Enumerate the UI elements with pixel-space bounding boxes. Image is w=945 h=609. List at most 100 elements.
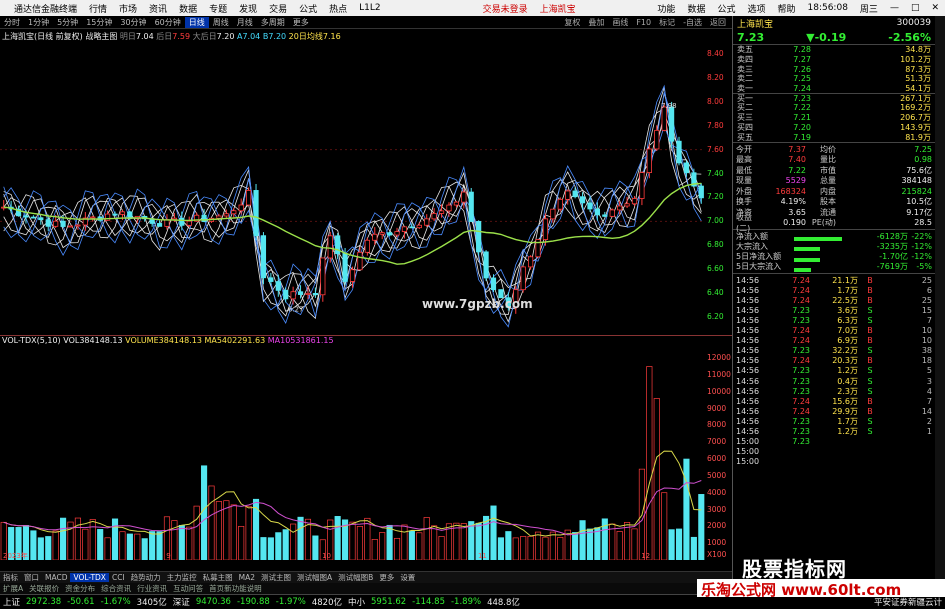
candle-body: [609, 209, 615, 217]
side-tab-strip[interactable]: [935, 16, 945, 594]
mark-button[interactable]: 标记: [655, 17, 679, 28]
date-label: 12: [641, 552, 650, 560]
volume-bar: [460, 523, 467, 560]
indicator-tab[interactable]: 更多: [376, 572, 397, 583]
module-tab[interactable]: 互动问答: [170, 583, 206, 594]
period-fenshi[interactable]: 分时: [0, 17, 24, 28]
indicator-tab[interactable]: 测试幅图B: [335, 572, 376, 583]
module-tab[interactable]: 扩展A: [0, 583, 26, 594]
period-15min[interactable]: 15分钟: [82, 17, 116, 28]
draw-button[interactable]: 画线: [608, 17, 632, 28]
module-tab[interactable]: 综合资讯: [98, 583, 134, 594]
period-30min[interactable]: 30分钟: [116, 17, 150, 28]
menu-gongshi-r[interactable]: 公式: [711, 2, 741, 15]
menu-jiaoyi[interactable]: 交易: [263, 2, 293, 15]
tick-time: 14:56: [736, 275, 760, 285]
indicator-tab[interactable]: 设置: [397, 572, 418, 583]
close-icon[interactable]: ✕: [925, 3, 945, 13]
indicator-tab[interactable]: 测试主图: [258, 572, 294, 583]
candlestick-chart[interactable]: 7.98 6.27: [0, 42, 705, 335]
indicator-tab[interactable]: MA2: [236, 573, 258, 582]
module-tab[interactable]: 首页新功能说明: [206, 583, 265, 594]
volume-legend: VOL-TDX(5,10) VOL384148.13 VOLUME384148.…: [2, 336, 729, 347]
stat-value: 7.22: [788, 165, 806, 175]
menu-hangqing[interactable]: 行情: [83, 2, 113, 15]
period-monthly[interactable]: 月线: [233, 17, 257, 28]
stats-row: 净资 3.65 流通 9.17亿: [733, 207, 935, 218]
volume-bar: [379, 532, 386, 560]
volume-chart[interactable]: 2023年 9 10 11 12: [0, 348, 705, 560]
volume-bar: [371, 539, 378, 560]
tick-list[interactable]: 14:56 7.24 21.1万 B 25 14:56 7.24 1.7万 B 6 14:56 7.2…: [733, 273, 935, 467]
menu-zixun[interactable]: 资讯: [143, 2, 173, 15]
indicator-tab[interactable]: MACD: [42, 573, 70, 582]
volume-axis-label: 10000: [707, 386, 731, 396]
period-more[interactable]: 更多: [289, 17, 313, 28]
period-60min[interactable]: 60分钟: [151, 17, 185, 28]
indicator-tab[interactable]: 测试幅图A: [294, 572, 335, 583]
indicator-tab[interactable]: 趋势动力: [128, 572, 164, 583]
menu-faxian[interactable]: 发现: [233, 2, 263, 15]
stat-label: 现量: [736, 176, 752, 186]
vol-indicator-name[interactable]: VOL-TDX(5,10): [2, 336, 61, 345]
price-axis-label: 6.80: [707, 240, 724, 250]
candle-body: [156, 223, 163, 227]
candle-body: [379, 232, 385, 235]
index-zx-value: 5951.62: [371, 597, 407, 607]
indicator-tab[interactable]: 私募主图: [200, 572, 236, 583]
menu-zhuanti[interactable]: 专题: [203, 2, 233, 15]
candle-body: [290, 291, 296, 300]
flow-bar: [794, 234, 842, 242]
menu-shuju[interactable]: 数据: [173, 2, 203, 15]
tick-count: 25: [921, 295, 932, 305]
tick-row: 14:56 7.23 0.4万 S 3: [733, 376, 935, 386]
flow-pct: -12%: [911, 241, 932, 251]
login-status[interactable]: 交易未登录: [477, 2, 534, 15]
indicator-tab[interactable]: 指标: [0, 572, 21, 583]
back-button[interactable]: 返回: [706, 17, 730, 28]
menu-bangzhu[interactable]: 帮助: [771, 2, 801, 15]
maximize-icon[interactable]: □: [905, 3, 926, 13]
menu-gongneng[interactable]: 功能: [651, 2, 681, 15]
overlay-button[interactable]: 叠加: [584, 17, 608, 28]
menu-xuanxiang[interactable]: 选项: [741, 2, 771, 15]
watchlist-button[interactable]: -自选: [679, 17, 706, 28]
index-sh-pct: -1.67%: [100, 597, 131, 607]
flow-bar-fill: [794, 237, 842, 242]
period-5min[interactable]: 5分钟: [53, 17, 82, 28]
menu-shuju-r[interactable]: 数据: [681, 2, 711, 15]
menu-gongshi[interactable]: 公式: [293, 2, 323, 15]
index-zx-name[interactable]: 中小: [345, 596, 368, 608]
indicator-tab[interactable]: 主力监控: [164, 572, 200, 583]
period-daily[interactable]: 日线: [184, 16, 209, 28]
indicator-tab[interactable]: 窗口: [21, 572, 42, 583]
indicator-tab[interactable]: CCI: [109, 573, 128, 582]
tick-count: 18: [921, 356, 932, 366]
menu-redian[interactable]: 热点: [323, 2, 353, 15]
menu-l1l2[interactable]: L1L2: [353, 3, 386, 13]
chart-indicator-name[interactable]: 战略主图: [85, 32, 117, 41]
module-tab[interactable]: 关联报价: [26, 583, 62, 594]
volume-bar: [653, 398, 660, 560]
fuquan-button[interactable]: 复权: [560, 17, 584, 28]
title-bar: 通达信金融终端 行情 市场 资讯 数据 专题 发现 交易 公式 热点 L1L2 …: [0, 0, 945, 16]
period-multi[interactable]: 多周期: [257, 17, 289, 28]
module-tab[interactable]: 行业资讯: [134, 583, 170, 594]
index-sh-name[interactable]: 上证: [0, 596, 23, 608]
module-tab[interactable]: 资金分布: [62, 583, 98, 594]
candle-body: [409, 226, 415, 229]
period-1min[interactable]: 1分钟: [24, 17, 53, 28]
menu-shichang[interactable]: 市场: [113, 2, 143, 15]
volume-bar: [490, 505, 497, 560]
volume-bar: [37, 537, 44, 560]
ma10-label: MA10: [267, 336, 291, 345]
candle-body: [579, 196, 586, 204]
indicator-tab[interactable]: VOL-TDX: [70, 573, 109, 582]
f10-button[interactable]: F10: [632, 18, 655, 27]
period-weekly[interactable]: 周线: [209, 17, 233, 28]
index-sz-name[interactable]: 深证: [170, 596, 193, 608]
volume-bar: [223, 500, 230, 560]
vol-value: 384148.13: [79, 336, 123, 345]
minimize-icon[interactable]: —: [884, 3, 905, 13]
tick-count: 4: [926, 386, 932, 396]
